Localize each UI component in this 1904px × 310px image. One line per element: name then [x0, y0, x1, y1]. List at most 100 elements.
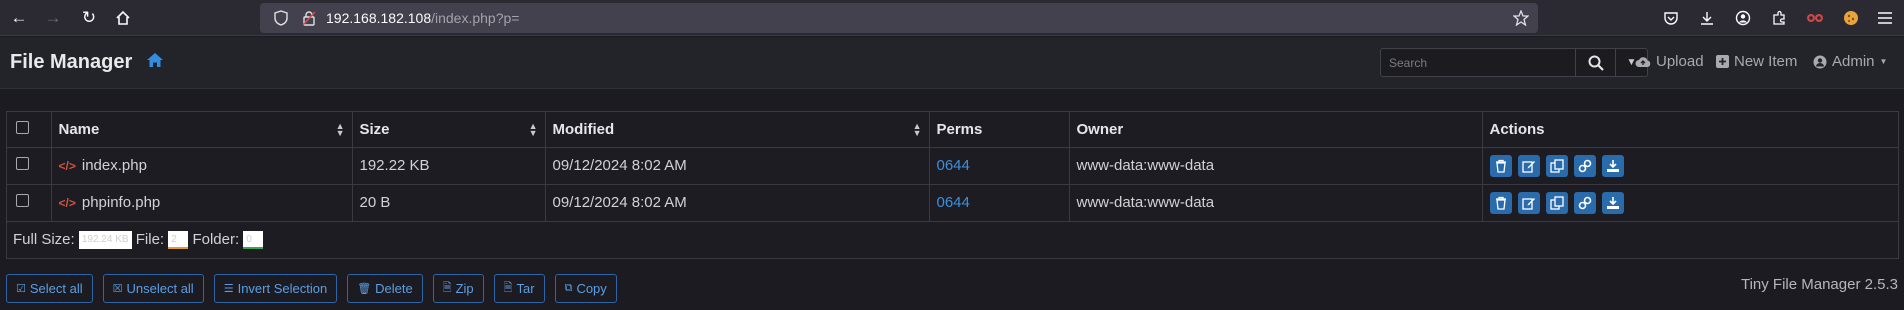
- bulk-actions-bar: ☑ Select all ☒ Unselect all ☰ Invert Select…: [6, 274, 617, 303]
- file-name[interactable]: index.php: [82, 157, 147, 174]
- column-perms-label: Perms: [936, 120, 983, 138]
- file-count-label: File:: [135, 230, 165, 248]
- row-select-cell: [7, 184, 52, 222]
- plus-square-icon: [1716, 55, 1729, 68]
- folder-count-label: Folder:: [192, 230, 240, 248]
- select-all-button[interactable]: ☑ Select all: [6, 274, 93, 303]
- admin-label: Admin: [1832, 53, 1875, 70]
- column-modified[interactable]: Modified ▲ ▼: [545, 112, 930, 148]
- tar-label: Tar: [516, 281, 535, 296]
- tar-button[interactable]: 🗎 Tar: [493, 274, 545, 303]
- file-modified: 09/12/2024 8:02 AM: [545, 147, 930, 185]
- php-file-icon: </>: [58, 196, 76, 210]
- sort-icon[interactable]: ▲ ▼: [913, 122, 922, 138]
- delete-button[interactable]: 🗑 Delete: [347, 274, 423, 303]
- copy-button[interactable]: ⧉ Copy: [554, 274, 617, 303]
- extensions-icon[interactable]: [1768, 7, 1790, 29]
- download-icon[interactable]: [1601, 191, 1624, 214]
- search-group: ▼: [1380, 48, 1648, 77]
- delete-icon[interactable]: [1489, 154, 1512, 177]
- select-all-header[interactable]: [7, 112, 52, 148]
- file-archive-icon: 🗎: [503, 282, 513, 294]
- browser-toolbar: ← → ↻ 192.168.182.108/index.php?p=: [0, 0, 1904, 36]
- select-all-label: Select all: [29, 281, 83, 296]
- search-input[interactable]: [1380, 48, 1576, 77]
- full-size-badge: 192.24 KB: [78, 230, 132, 249]
- row-checkbox[interactable]: [16, 157, 29, 170]
- unselect-all-label: Unselect all: [126, 281, 194, 296]
- php-file-icon: </>: [58, 159, 76, 173]
- column-size[interactable]: Size ▲ ▼: [352, 112, 546, 148]
- file-size: 20 B: [352, 184, 546, 222]
- invert-selection-label: Invert Selection: [237, 281, 328, 296]
- file-modified: 09/12/2024 8:02 AM: [545, 184, 930, 222]
- delete-icon[interactable]: [1489, 191, 1512, 214]
- pocket-icon[interactable]: [1660, 7, 1682, 29]
- column-owner: Owner: [1069, 112, 1483, 148]
- back-icon[interactable]: ←: [6, 5, 32, 31]
- admin-dropdown[interactable]: Admin ▼: [1813, 53, 1887, 70]
- file-archive-icon: 🗎: [442, 282, 452, 294]
- row-checkbox[interactable]: [16, 194, 29, 207]
- download-icon[interactable]: [1601, 154, 1624, 177]
- file-size: 192.22 KB: [352, 147, 546, 185]
- perms-link[interactable]: 0644: [937, 157, 970, 174]
- file-owner: www-data:www-data: [1069, 184, 1483, 222]
- table-row: </> phpinfo.php 20 B 09/12/2024 8:02 AM 0…: [7, 184, 1898, 222]
- rename-icon[interactable]: [1517, 191, 1540, 214]
- upload-button[interactable]: Upload: [1635, 53, 1704, 70]
- column-actions: Actions: [1482, 112, 1898, 148]
- x-square-icon: ☒: [112, 283, 123, 295]
- rename-icon[interactable]: [1517, 154, 1540, 177]
- cookie-icon[interactable]: [1840, 7, 1862, 29]
- file-name-cell[interactable]: </> phpinfo.php: [51, 184, 353, 222]
- insecure-lock-icon[interactable]: [300, 9, 318, 27]
- column-perms: Perms: [929, 112, 1070, 148]
- delete-label: Delete: [375, 281, 413, 296]
- link-icon[interactable]: [1573, 191, 1596, 214]
- reload-icon[interactable]: ↻: [76, 5, 102, 31]
- unselect-all-button[interactable]: ☒ Unselect all: [102, 274, 204, 303]
- file-name[interactable]: phpinfo.php: [82, 194, 160, 211]
- version-text: Tiny File Manager 2.5.3: [1740, 276, 1898, 293]
- folder-count-badge: 0: [243, 230, 264, 249]
- full-size-label: Full Size:: [13, 230, 75, 248]
- file-name-cell[interactable]: </> index.php: [51, 147, 353, 185]
- table-header-row: Name ▲ ▼ Size ▲ ▼ Modified ▲ ▼ Perms Owner Act…: [7, 112, 1898, 148]
- home-icon[interactable]: [110, 5, 136, 31]
- user-circle-icon: [1813, 55, 1827, 68]
- account-icon[interactable]: [1732, 7, 1754, 29]
- search-icon[interactable]: [1576, 48, 1616, 77]
- select-all-checkbox[interactable]: [16, 120, 29, 134]
- copy-label: Copy: [576, 281, 607, 296]
- zip-button[interactable]: 🗎 Zip: [432, 274, 484, 303]
- foxyproxy-icon[interactable]: [1804, 7, 1826, 29]
- brand-title[interactable]: File Manager: [10, 51, 132, 74]
- perms-link[interactable]: 0644: [937, 194, 970, 211]
- copy-icon[interactable]: [1545, 191, 1568, 214]
- url-path: /index.php?p=: [431, 10, 520, 26]
- file-owner: www-data:www-data: [1069, 147, 1483, 185]
- caret-down-icon: ▼: [1879, 57, 1888, 66]
- shield-icon[interactable]: [272, 9, 290, 27]
- home-icon[interactable]: [146, 51, 166, 71]
- link-icon[interactable]: [1573, 154, 1596, 177]
- check-square-icon: ☑: [16, 283, 26, 295]
- row-select-cell: [7, 147, 52, 185]
- url-host: 192.168.182.108: [326, 10, 432, 26]
- column-modified-label: Modified: [552, 120, 615, 138]
- copy-icon: ⧉: [564, 282, 573, 294]
- bookmark-star-icon[interactable]: [1512, 9, 1530, 27]
- menu-icon[interactable]: [1874, 7, 1896, 29]
- zip-label: Zip: [455, 281, 474, 296]
- sort-icon[interactable]: ▲ ▼: [336, 122, 345, 138]
- address-bar[interactable]: 192.168.182.108/index.php?p=: [260, 3, 1538, 33]
- column-name[interactable]: Name ▲ ▼: [51, 112, 353, 148]
- forward-icon[interactable]: →: [40, 5, 66, 31]
- new-item-button[interactable]: New Item: [1716, 53, 1797, 70]
- invert-selection-button[interactable]: ☰ Invert Selection: [213, 274, 338, 303]
- copy-icon[interactable]: [1545, 154, 1568, 177]
- download-icon[interactable]: [1696, 7, 1718, 29]
- table-footer-row: Full Size: 192.24 KB File: 2 Folder: 0: [7, 221, 1898, 258]
- sort-icon[interactable]: ▲ ▼: [529, 122, 538, 138]
